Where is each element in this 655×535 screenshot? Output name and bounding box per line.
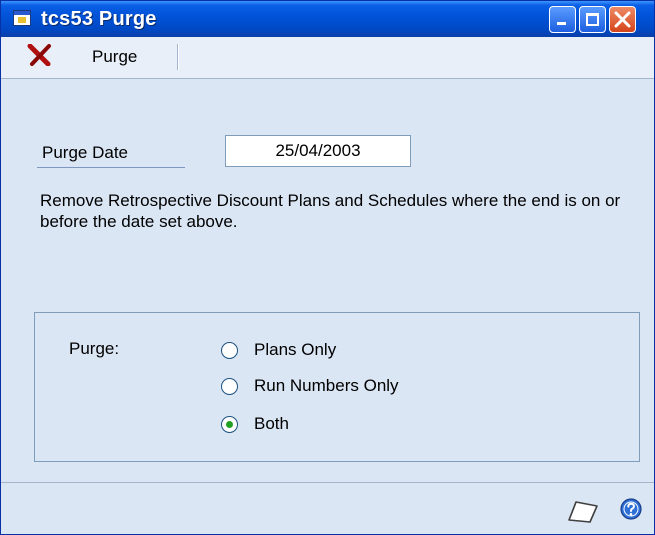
radio-button[interactable] [221,341,238,359]
purge-date-label: Purge Date [37,140,185,168]
purge-date-input[interactable]: 25/04/2003 [225,135,411,167]
note-icon[interactable] [566,498,600,524]
radio-both[interactable]: Both [221,412,289,436]
radio-label: Run Numbers Only [254,376,399,395]
description-text: Remove Retrospective Discount Plans and … [40,191,621,231]
radio-label: Plans Only [254,340,337,359]
status-bar [1,482,654,534]
radio-label: Both [254,414,289,433]
red-x-icon[interactable] [27,44,53,66]
window-icon [13,10,31,26]
radio-run-numbers-only[interactable]: Run Numbers Only [221,374,399,398]
minimize-icon[interactable] [549,6,576,33]
purge-button[interactable]: Purge [92,47,137,67]
close-icon[interactable] [609,6,636,33]
purge-window: tcs53 Purge Purge Purge Date 25/04/2003 … [0,0,655,535]
radio-plans-only[interactable]: Plans Only [221,338,336,362]
radio-button[interactable] [221,377,238,395]
toolbar-separator [177,44,179,70]
window-title: tcs53 Purge [41,8,157,30]
maximize-icon[interactable] [579,6,606,33]
help-icon[interactable] [620,498,642,520]
title-bar[interactable]: tcs53 Purge [1,1,654,37]
purge-option-label: Purge: [69,339,120,358]
radio-button-selected[interactable] [221,415,238,433]
